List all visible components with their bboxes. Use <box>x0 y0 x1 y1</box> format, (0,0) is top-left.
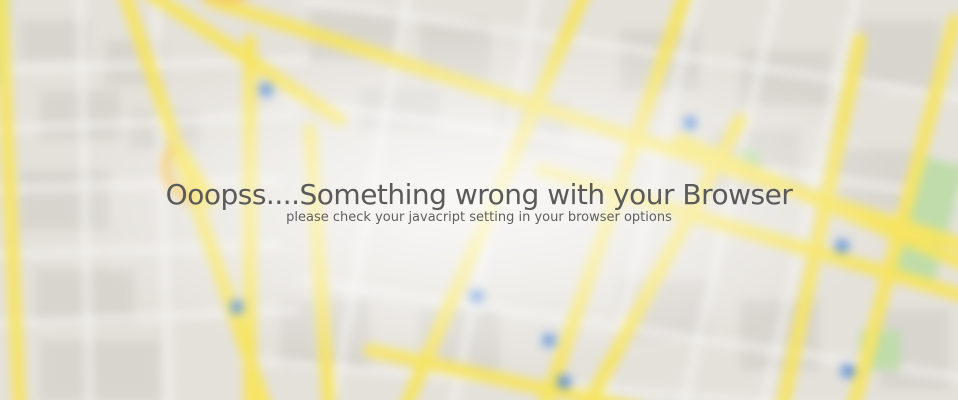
error-message: Ooopss....Something wrong with your Brow… <box>0 176 958 225</box>
error-page: Ooopss....Something wrong with your Brow… <box>0 0 958 400</box>
error-headline: Ooopss....Something wrong with your Brow… <box>165 178 793 211</box>
error-subtext: please check your javacript setting in y… <box>286 210 672 225</box>
